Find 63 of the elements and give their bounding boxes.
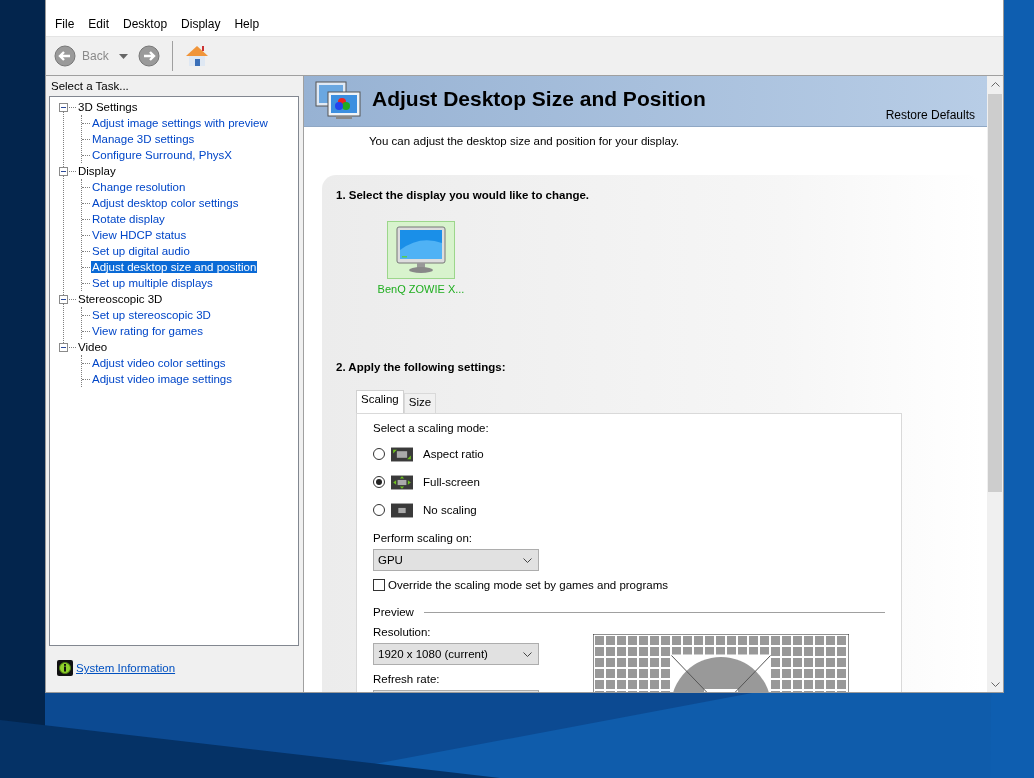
tree-category[interactable]: Video <box>78 341 108 353</box>
task-link[interactable]: Adjust image settings with preview <box>91 117 269 129</box>
menu-item[interactable]: Edit <box>81 16 117 31</box>
display-settings-icon <box>314 80 364 122</box>
task-link[interactable]: Change resolution <box>91 181 187 193</box>
page-title: Adjust Desktop Size and Position <box>372 87 706 111</box>
dropdown-caret-icon <box>523 651 532 657</box>
panel-title: Select a Task... <box>50 79 130 94</box>
radio-label: No scaling <box>423 504 477 516</box>
display-tile[interactable] <box>387 221 455 279</box>
description-text: You can adjust the desktop size and position for your display. <box>369 135 681 147</box>
scroll-up-icon[interactable] <box>990 81 1000 87</box>
field-label: Perform scaling on: <box>373 532 474 544</box>
radio-button[interactable] <box>373 448 385 460</box>
scroll-down-icon[interactable] <box>990 681 1000 687</box>
field-label: Select a scaling mode: <box>373 422 490 434</box>
tree-category[interactable]: 3D Settings <box>78 101 138 113</box>
task-link[interactable]: View rating for games <box>91 325 204 337</box>
tree-category[interactable]: Display <box>78 165 116 177</box>
task-link[interactable]: Set up digital audio <box>91 245 191 257</box>
collapse-toggle[interactable] <box>59 166 68 176</box>
radio-label: Aspect ratio <box>423 448 484 460</box>
task-link[interactable]: Adjust video image settings <box>91 373 233 385</box>
menu-item[interactable]: File <box>48 16 82 31</box>
task-link[interactable]: Adjust video color settings <box>91 357 227 369</box>
dropdown-caret-icon <box>523 557 532 563</box>
checkbox-label: Override the scaling mode set by games and programs <box>388 579 668 591</box>
collapse-toggle[interactable] <box>59 342 68 352</box>
tree-category[interactable]: Stereoscopic 3D <box>78 293 163 305</box>
info-icon <box>57 660 73 676</box>
scrollbar[interactable] <box>987 76 1003 692</box>
dropdown-caret-icon[interactable] <box>118 53 128 59</box>
task-link[interactable]: Adjust desktop color settings <box>91 197 240 209</box>
restore-defaults-link[interactable]: Restore Defaults <box>885 108 975 122</box>
step-heading: 1. Select the display you would like to change. <box>336 189 591 201</box>
menu-item[interactable]: Desktop <box>116 16 175 31</box>
field-label: Resolution: <box>373 626 432 638</box>
collapse-toggle[interactable] <box>59 294 68 304</box>
task-link[interactable]: Set up multiple displays <box>91 277 214 289</box>
task-link[interactable]: Manage 3D settings <box>91 133 196 145</box>
display-name: BenQ ZOWIE X... <box>377 283 465 295</box>
radio-button[interactable] <box>373 476 385 488</box>
tab[interactable]: Scaling <box>356 390 404 413</box>
system-information-link[interactable]: System Information <box>76 662 176 674</box>
radio-label: Full-screen <box>423 476 480 488</box>
task-link[interactable]: Configure Surround, PhysX <box>91 149 233 161</box>
checkbox[interactable] <box>373 579 385 591</box>
scaling-device-dropdown[interactable]: GPU <box>373 549 539 571</box>
section-label: Preview <box>373 606 414 618</box>
tab[interactable]: Size <box>403 393 437 413</box>
task-link[interactable]: View HDCP status <box>91 229 188 241</box>
radio-button[interactable] <box>373 504 385 516</box>
menu-item[interactable]: Display <box>174 16 228 31</box>
task-link[interactable]: Adjust desktop size and position <box>91 261 258 273</box>
step-heading: 2. Apply the following settings: <box>336 361 507 373</box>
collapse-toggle[interactable] <box>59 102 68 112</box>
field-label: Refresh rate: <box>373 673 441 685</box>
home-icon[interactable] <box>184 44 209 68</box>
resolution-dropdown[interactable]: 1920 x 1080 (current) <box>373 643 539 665</box>
task-link[interactable]: Set up stereoscopic 3D <box>91 309 212 321</box>
task-link[interactable]: Rotate display <box>91 213 166 225</box>
monitor-icon <box>395 225 447 275</box>
menu-item[interactable]: Help <box>227 16 267 31</box>
